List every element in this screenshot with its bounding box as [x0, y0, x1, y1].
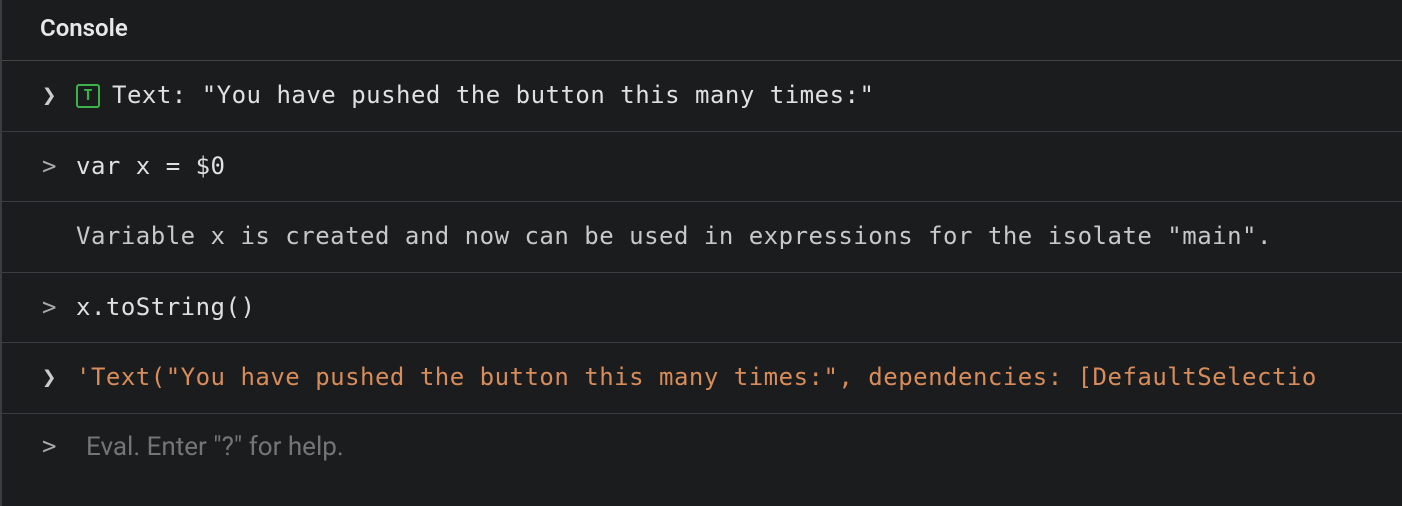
- prompt-chevron-icon: >: [42, 430, 66, 464]
- console-prompt-row[interactable]: >: [2, 414, 1402, 480]
- result-text: 'Text("You have pushed the button this m…: [76, 361, 1317, 395]
- console-row-result[interactable]: ❯ 'Text("You have pushed the button this…: [2, 343, 1402, 414]
- console-title: Console: [40, 14, 128, 42]
- console-row-input[interactable]: > var x = $0: [2, 132, 1402, 203]
- expand-chevron-icon[interactable]: ❯: [42, 79, 66, 113]
- console-header: Console: [2, 0, 1402, 61]
- input-code: x.toString(): [76, 291, 255, 325]
- input-code: var x = $0: [76, 150, 226, 184]
- console-input[interactable]: [86, 432, 1402, 462]
- output-text: Variable x is created and now can be use…: [76, 220, 1272, 254]
- input-chevron-icon: >: [42, 150, 66, 184]
- input-chevron-icon: >: [42, 291, 66, 325]
- console-row-output: Variable x is created and now can be use…: [2, 202, 1402, 273]
- console-row-object[interactable]: ❯ T Text: "You have pushed the button th…: [2, 61, 1402, 132]
- console-row-input[interactable]: > x.toString(): [2, 273, 1402, 344]
- expand-chevron-icon[interactable]: ❯: [42, 361, 66, 395]
- console-rows: ❯ T Text: "You have pushed the button th…: [2, 61, 1402, 480]
- console-panel: Console ❯ T Text: "You have pushed the b…: [0, 0, 1402, 506]
- text-widget-icon: T: [76, 84, 100, 108]
- object-label: Text: "You have pushed the button this m…: [112, 79, 874, 113]
